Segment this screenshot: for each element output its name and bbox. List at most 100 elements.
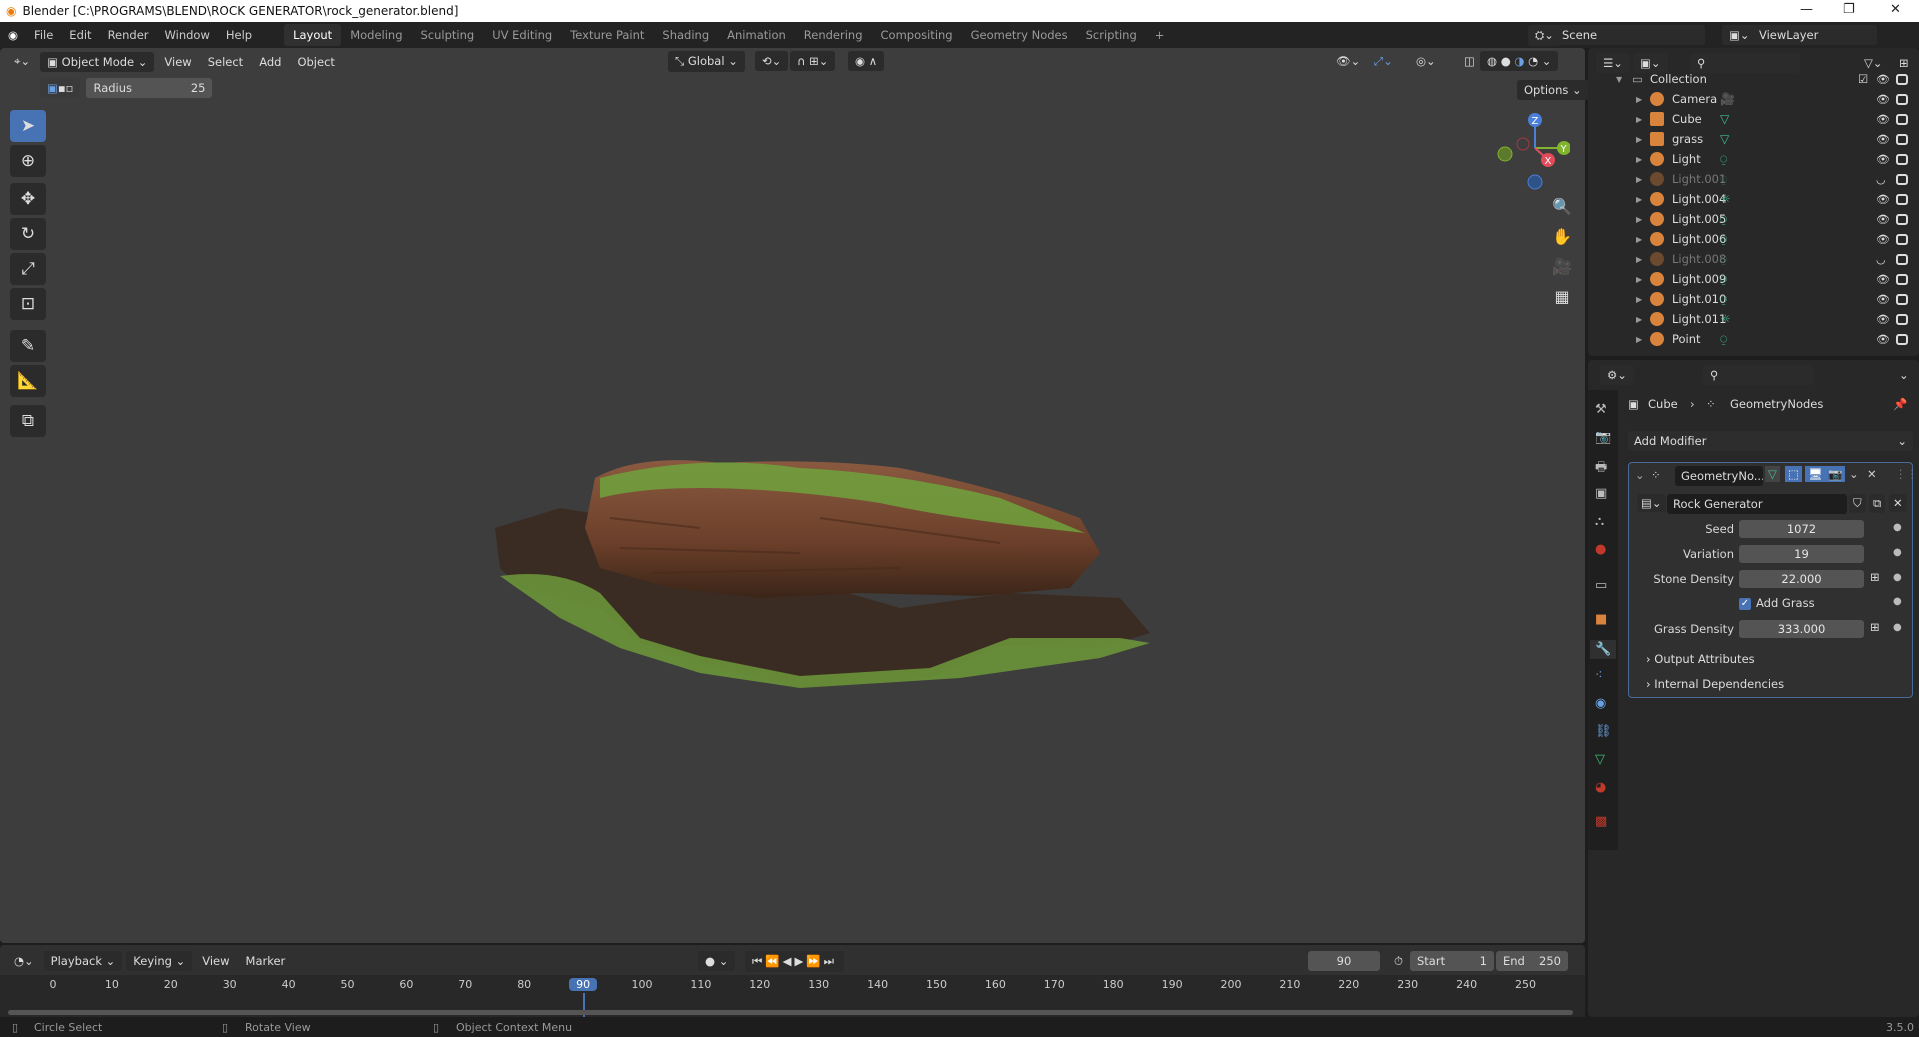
keyframe-dot-icon[interactable]: ● (1893, 622, 1902, 633)
add-workspace-button[interactable]: + (1146, 24, 1174, 46)
modifier-name-field[interactable]: GeometryNo... (1675, 466, 1763, 486)
render-camera-icon[interactable] (1896, 94, 1908, 105)
visibility-eye-icon[interactable]: 👁 (1876, 193, 1890, 206)
menu-help[interactable]: Help (218, 28, 260, 42)
restore-button[interactable]: ❐ (1843, 2, 1855, 17)
mesh-data-icon[interactable]: ▽ (1720, 112, 1729, 126)
current-frame-field[interactable]: 90 (1308, 951, 1380, 971)
breadcrumb-modifier[interactable]: GeometryNodes (1730, 397, 1823, 411)
light-data-icon[interactable]: ⍜ (1720, 172, 1727, 187)
render-camera-icon[interactable] (1896, 294, 1908, 305)
fake-user-shield-icon[interactable]: ⛉ (1849, 494, 1866, 513)
transform-orientation[interactable]: ⤡ Global ⌄ (668, 51, 745, 72)
object-name[interactable]: Light.008 (1672, 252, 1726, 266)
outliner-row[interactable]: ▶ Cube ▽ 👁 (1588, 109, 1919, 129)
expand-arrow-icon[interactable]: ▶ (1636, 255, 1642, 264)
timeline-view-menu[interactable]: View (196, 951, 235, 971)
outliner-row[interactable]: ▶ Light ⍜ 👁 (1588, 149, 1919, 169)
data-tab-icon[interactable]: ▽ (1595, 752, 1605, 767)
constraints-tab-icon[interactable]: ⛓ (1595, 724, 1612, 739)
input-value-field[interactable]: 19 (1739, 545, 1864, 563)
render-camera-icon[interactable] (1896, 314, 1908, 325)
outliner-row[interactable]: ▶ Light.010 ⍜ 👁 (1588, 289, 1919, 309)
sun-data-icon[interactable]: ☼ (1720, 312, 1731, 326)
object-name[interactable]: Cube (1672, 112, 1702, 126)
cage-toggle-icon[interactable]: ⬚ (1785, 466, 1802, 482)
viewport-toggle-icon[interactable]: 🖥 (1805, 466, 1826, 482)
render-camera-icon[interactable] (1896, 214, 1908, 225)
timeline-editor-icon[interactable]: ◔⌄ (8, 951, 40, 971)
render-toggle-icon[interactable]: 📷 (1825, 466, 1845, 482)
tab-layout[interactable]: Layout (284, 24, 341, 46)
input-value-field[interactable]: 22.000 (1739, 570, 1864, 588)
radius-field[interactable]: Radius25 (86, 78, 212, 98)
light-data-icon[interactable]: ⍜ (1720, 292, 1727, 307)
menu-render[interactable]: Render (100, 28, 157, 42)
rotate-tool-icon[interactable]: ↻ (10, 218, 46, 250)
tab-modeling[interactable]: Modeling (341, 24, 411, 46)
tool-tab-icon[interactable]: ⚒ (1595, 402, 1607, 417)
pin-icon[interactable]: 📌 (1893, 397, 1907, 411)
light-data-icon[interactable]: ⍜ (1720, 212, 1727, 227)
duplicate-icon[interactable]: ⧉ (1869, 494, 1885, 513)
visibility-eye-icon[interactable]: 👁 (1876, 133, 1890, 146)
navigation-gizmo[interactable]: Z Y X (1490, 108, 1570, 193)
menu-window[interactable]: Window (157, 28, 218, 42)
render-camera-icon[interactable] (1896, 154, 1908, 165)
material-tab-icon[interactable]: ◕ (1595, 780, 1606, 795)
menu-edit[interactable]: Edit (61, 28, 99, 42)
tab-compositing[interactable]: Compositing (872, 24, 962, 46)
camera-view-icon[interactable]: 🎥 (1548, 252, 1576, 280)
world-tab-icon[interactable]: ● (1595, 542, 1606, 557)
light-data-icon[interactable]: ⍜ (1720, 332, 1727, 347)
modifier-tab-icon[interactable]: 🔧 (1590, 640, 1616, 659)
object-name[interactable]: Light (1672, 152, 1701, 166)
object-tab-icon[interactable]: ■ (1595, 612, 1607, 627)
xray-icon[interactable]: ◫ (1458, 51, 1481, 71)
properties-search[interactable]: ⚲ (1703, 365, 1813, 385)
edit-mode-toggle-icon[interactable]: ▽ (1765, 466, 1780, 482)
node-group-field[interactable]: Rock Generator (1667, 494, 1847, 514)
expand-arrow-icon[interactable]: ▶ (1636, 155, 1642, 164)
input-value-field[interactable]: 333.000 (1739, 620, 1864, 638)
tab-rendering[interactable]: Rendering (795, 24, 872, 46)
visibility-eye-icon[interactable]: 👁 (1876, 93, 1890, 106)
sun-data-icon[interactable]: ☼ (1720, 192, 1731, 206)
outliner-row[interactable]: ▶ grass ▽ 👁 (1588, 129, 1919, 149)
scale-tool-icon[interactable]: ⤢ (10, 253, 46, 285)
end-frame-field[interactable]: End250 (1496, 951, 1568, 971)
light-data-icon[interactable]: ⍜ (1720, 232, 1727, 247)
outliner-row[interactable]: ▶ Light.008 ⍜ ◡ (1588, 249, 1919, 269)
object-name[interactable]: Light.001 (1672, 172, 1726, 186)
render-camera-icon[interactable] (1896, 74, 1908, 85)
blender-menu-icon[interactable]: ◉ (0, 28, 26, 42)
annotate-tool-icon[interactable]: ✎ (10, 330, 46, 362)
exclude-checkbox[interactable]: ☑ (1858, 72, 1868, 86)
input-value-field[interactable]: 1072 (1739, 520, 1864, 538)
close-button[interactable]: ✕ (1890, 2, 1901, 17)
menu-select[interactable]: Select (202, 52, 249, 72)
render-camera-icon[interactable] (1896, 234, 1908, 245)
drag-handle-icon[interactable]: ⋮⋮ (1895, 467, 1918, 481)
pan-hand-icon[interactable]: ✋ (1548, 222, 1576, 250)
visibility-eye-icon[interactable]: 👁 (1876, 313, 1890, 326)
expand-arrow-icon[interactable]: ▼ (1616, 75, 1622, 84)
render-tab-icon[interactable]: 📷 (1595, 430, 1611, 445)
move-tool-icon[interactable]: ✥ (10, 183, 46, 215)
outliner-row[interactable]: ▶ Point ⍜ 👁 (1588, 329, 1919, 349)
snap-icon[interactable]: ∩ ⊞⌄ (790, 51, 835, 71)
keyframe-dot-icon[interactable]: ● (1893, 522, 1902, 533)
view-layer-tab-icon[interactable]: ▣ (1595, 486, 1607, 501)
3d-viewport[interactable] (0, 48, 1585, 943)
start-frame-field[interactable]: Start1 (1410, 951, 1494, 971)
ortho-grid-icon[interactable]: ▦ (1548, 282, 1576, 310)
light-data-icon[interactable]: ⍜ (1720, 252, 1727, 267)
object-name[interactable]: Light.005 (1672, 212, 1726, 226)
expand-arrow-icon[interactable]: ▶ (1636, 135, 1642, 144)
modifier-menu-chevron-icon[interactable]: ⌄ (1849, 467, 1859, 481)
tab-texture-paint[interactable]: Texture Paint (561, 24, 653, 46)
keyframe-dot-icon[interactable]: ● (1893, 596, 1902, 607)
add-grass-checkbox[interactable]: ✓ (1739, 598, 1751, 610)
output-tab-icon[interactable]: 🖶 (1595, 458, 1607, 480)
attribute-toggle-icon[interactable]: ⊞ (1870, 620, 1880, 634)
